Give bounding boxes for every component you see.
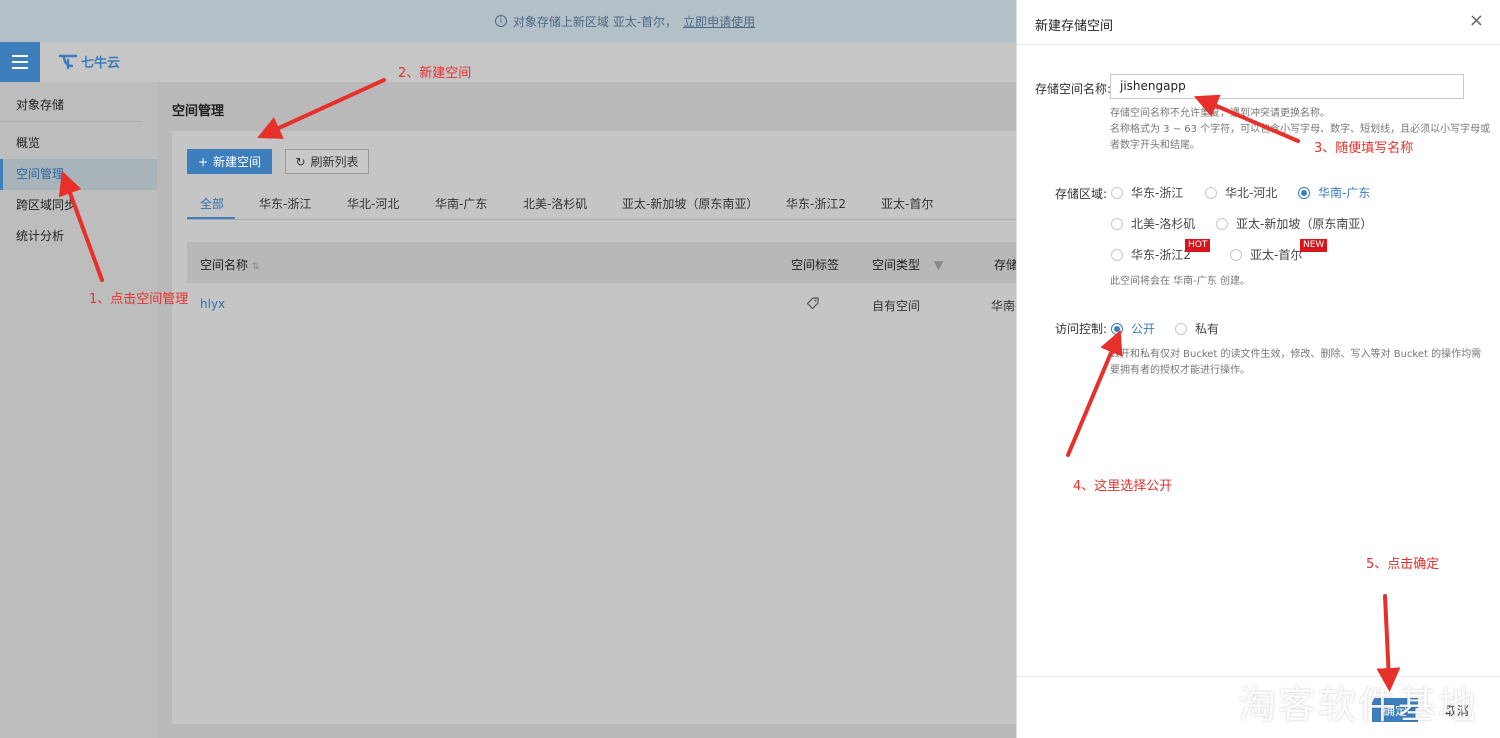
notice-apply-link[interactable]: 立即申请使用 — [683, 13, 755, 30]
logo[interactable]: 七牛云 — [58, 52, 120, 71]
tab-east-zhejiang[interactable]: 华东-浙江 — [259, 195, 311, 212]
bucket-type: 自有空间 — [872, 299, 921, 313]
page-title: 空间管理 — [172, 104, 225, 119]
sidebar-item-cross-region-sync[interactable]: 跨区域同步 — [0, 190, 157, 221]
region-option-ap-seoul[interactable]: 亚太-首尔 — [1230, 246, 1302, 263]
region-option-north-hebei[interactable]: 华北-河北 — [1205, 184, 1277, 201]
tab-ap-singapore[interactable]: 亚太-新加坡（原东南亚） — [622, 195, 758, 212]
logo-icon — [58, 54, 78, 69]
region-option-na-losangeles[interactable]: 北美-洛杉矶 — [1111, 215, 1195, 232]
access-control-label: 访问控制: — [1055, 322, 1108, 336]
sidebar: 对象存储 概览 空间管理 跨区域同步 统计分析 — [0, 82, 157, 738]
bucket-name-hint-2: 名称格式为 3 ~ 63 个字符，可以包含小写字母、数字、短划线，且必须以小写字… — [1110, 124, 1491, 135]
watermark: 淘客软件基地 — [1238, 683, 1479, 727]
main-card: + 新建空间 ↻ 刷新列表 全部 华东-浙江 华北-河北 华南-广东 北美-洛杉… — [172, 131, 1032, 724]
region-option-east-zhejiang[interactable]: 华东-浙江 — [1111, 184, 1183, 201]
column-header-storage: 存储 — [994, 258, 1019, 272]
tab-all[interactable]: 全部 — [200, 195, 224, 212]
region-tabs: 全部 华东-浙江 华北-河北 华南-广东 北美-洛杉矶 亚太-新加坡（原东南亚）… — [187, 186, 1032, 220]
drawer-header: 新建存储空间 × — [1017, 0, 1500, 45]
hamburger-icon — [12, 55, 28, 57]
region-option-south-guangdong[interactable]: 华南-广东 — [1298, 184, 1370, 201]
region-option-ap-singapore[interactable]: 亚太-新加坡（原东南亚） — [1216, 215, 1372, 232]
new-bucket-label: 新建空间 — [213, 155, 262, 169]
tab-south-guangdong[interactable]: 华南-广东 — [435, 195, 487, 212]
tab-north-hebei[interactable]: 华北-河北 — [347, 195, 399, 212]
notice-text: 对象存储上新区域 亚太-首尔， — [512, 14, 678, 29]
refresh-list-label: 刷新列表 — [310, 155, 359, 169]
hot-badge: HOT — [1185, 239, 1211, 252]
sidebar-item-bucket-management[interactable]: 空间管理 — [0, 159, 157, 190]
annotation-step5: 5、点击确定 — [1366, 557, 1440, 572]
access-hint-2: 要拥有者的授权才能进行操作。 — [1110, 365, 1250, 376]
bucket-name-link[interactable]: hlyx — [200, 297, 225, 311]
tab-ap-seoul[interactable]: 亚太-首尔 — [881, 195, 933, 212]
drawer-title: 新建存储空间 — [1035, 19, 1114, 34]
new-badge: NEW — [1300, 239, 1328, 252]
tab-na-losangeles[interactable]: 北美-洛杉矶 — [523, 195, 587, 212]
region-label: 存储区域: — [1055, 187, 1108, 201]
sidebar-item-statistics[interactable]: 统计分析 — [0, 221, 157, 252]
access-option-private[interactable]: 私有 — [1175, 320, 1219, 337]
region-hint: 此空间将会在 华南-广东 创建。 — [1110, 276, 1250, 287]
column-header-type[interactable]: 空间类型 ▼ — [872, 256, 943, 273]
annotation-step3: 3、随便填写名称 — [1314, 141, 1414, 156]
annotation-step1: 1、点击空间管理 — [89, 292, 189, 307]
sidebar-item-overview[interactable]: 概览 — [0, 128, 157, 159]
new-bucket-button[interactable]: + 新建空间 — [187, 149, 272, 174]
tab-east-zhejiang2[interactable]: 华东-浙江2 — [786, 195, 846, 212]
filter-icon: ▼ — [933, 258, 944, 272]
sort-icon: ⇅ — [251, 262, 260, 272]
column-header-name[interactable]: 空间名称 ⇅ — [200, 256, 259, 273]
table-row: hlyx 自有空间 华南- — [187, 283, 1032, 323]
annotation-step2: 2、新建空间 — [398, 66, 472, 81]
info-icon: i — [494, 15, 507, 27]
tag-icon[interactable] — [806, 297, 819, 312]
plus-icon: + — [197, 154, 209, 169]
menu-button[interactable] — [0, 42, 40, 82]
close-icon[interactable]: × — [1469, 12, 1484, 30]
logo-text: 七牛云 — [81, 56, 121, 71]
annotation-step4: 4、这里选择公开 — [1073, 479, 1173, 494]
access-option-public[interactable]: 公开 — [1111, 320, 1155, 337]
active-tab-indicator — [187, 217, 235, 219]
bucket-name-input[interactable]: jishengapp — [1110, 74, 1464, 99]
bucket-name-hint-1: 存储空间名称不允许重复，遇到冲突请更换名称。 — [1110, 108, 1330, 119]
bucket-name-label: 存储空间名称: — [1035, 82, 1112, 96]
bucket-name-hint-3: 者数字开头和结尾。 — [1110, 140, 1200, 151]
table-header: 空间名称 ⇅ 空间标签 空间类型 ▼ 存储 — [187, 242, 1032, 283]
sidebar-section-title: 对象存储 — [0, 82, 141, 122]
region-option-east-zhejiang2[interactable]: 华东-浙江2 — [1111, 246, 1191, 263]
refresh-icon: ↻ — [295, 154, 306, 169]
create-bucket-drawer: 新建存储空间 × 存储空间名称: jishengapp 存储空间名称不允许重复，… — [1016, 0, 1500, 738]
column-header-tag: 空间标签 — [791, 258, 840, 272]
access-hint-1: 公开和私有仅对 Bucket 的读文件生效，修改、删除、写入等对 Bucket … — [1110, 349, 1482, 360]
refresh-list-button[interactable]: ↻ 刷新列表 — [285, 149, 369, 174]
